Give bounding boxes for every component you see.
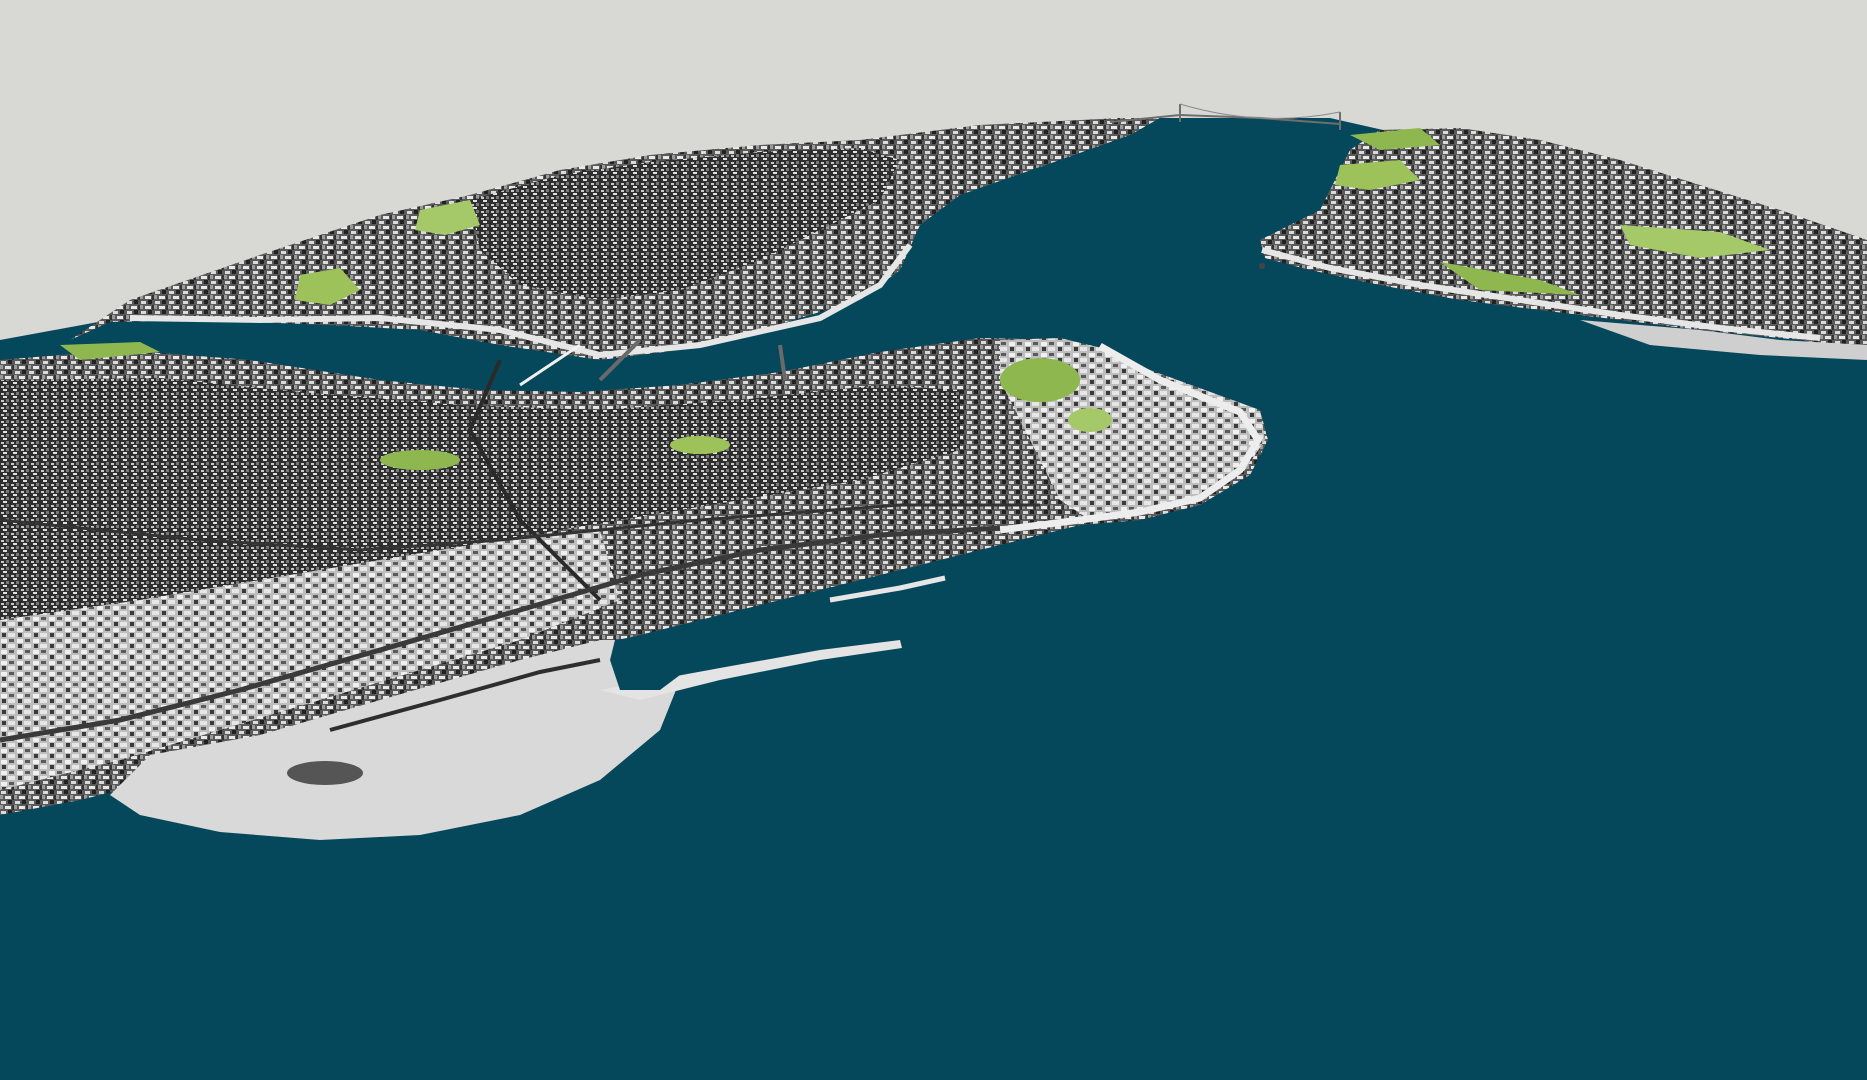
park-beyazit [380,450,460,470]
park-sehzade [670,436,730,454]
park-gulhane [1000,358,1080,402]
yenikapi-terminal [287,761,363,785]
park-sultanahmet [1068,408,1112,432]
city-model-scene [0,0,1867,1080]
map-3d-viewport[interactable] [0,0,1867,1080]
maidens-tower [1259,263,1265,269]
